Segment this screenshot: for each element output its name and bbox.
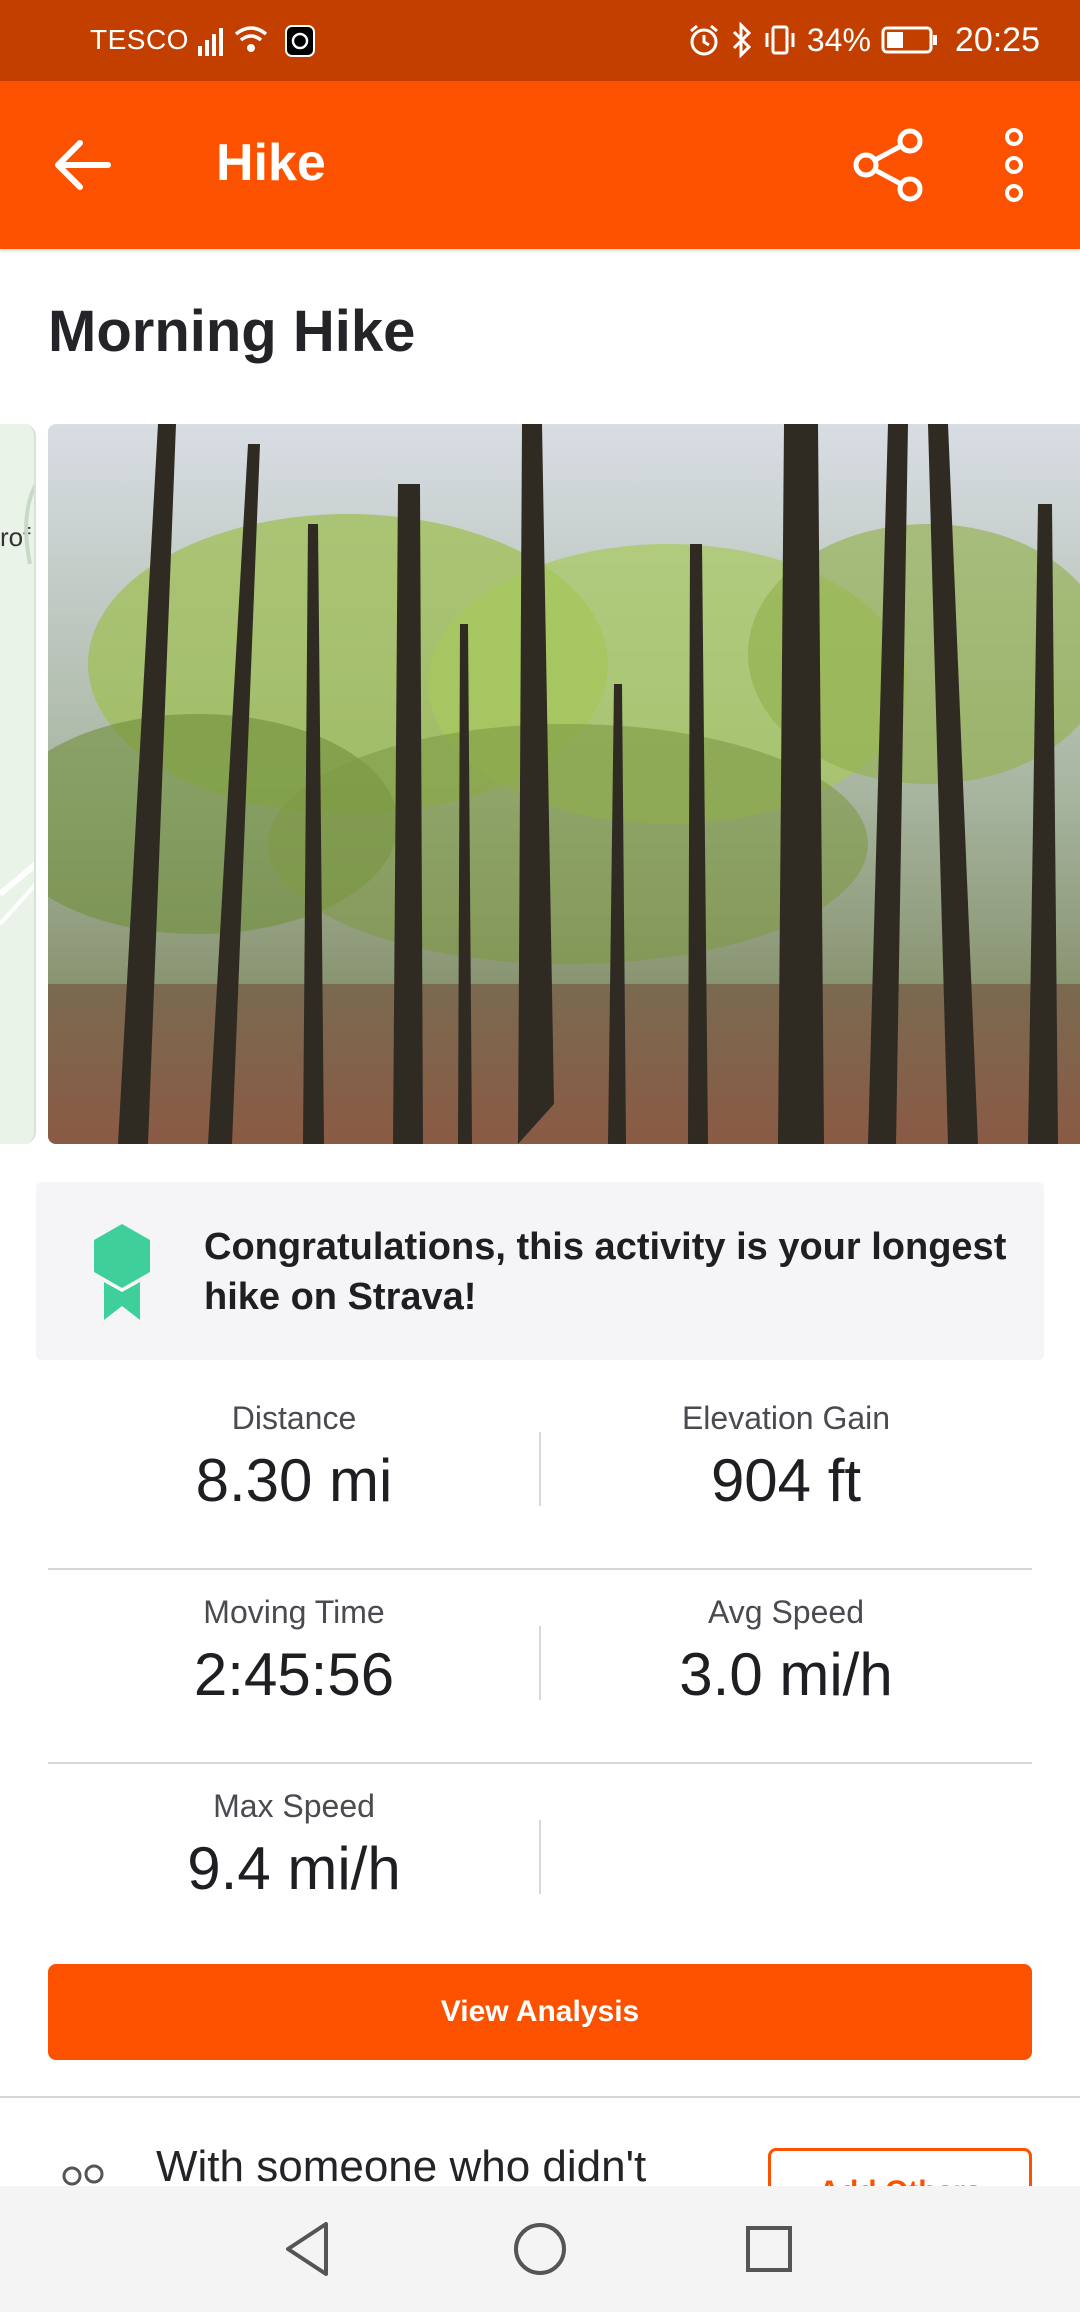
stat-label: Moving Time xyxy=(203,1594,385,1630)
stat-avg-speed: Avg Speed 3.0 mi/h xyxy=(540,1570,1032,1764)
view-analysis-button[interactable]: View Analysis xyxy=(48,1964,1032,2060)
activity-title: Morning Hike xyxy=(48,299,416,364)
system-navigation-bar xyxy=(0,2186,1080,2312)
nav-back-icon[interactable] xyxy=(276,2216,342,2282)
stat-label: Elevation Gain xyxy=(681,1400,891,1436)
stat-label: Max Speed xyxy=(213,1788,375,1824)
achievement-message: Congratulations, this activity is your l… xyxy=(204,1226,1007,1318)
nav-home-icon[interactable] xyxy=(507,2216,573,2282)
battery-icon xyxy=(881,26,937,54)
page-title: Hike xyxy=(216,134,326,192)
arrow-left-icon[interactable] xyxy=(50,135,116,195)
stats-row: Max Speed 9.4 mi/h xyxy=(48,1764,1032,1958)
app-bar: Hike xyxy=(0,81,1080,249)
add-others-prompt: With someone who didn't xyxy=(156,2142,647,2190)
stat-value: 8.30 mi xyxy=(195,1447,393,1514)
alarm-icon xyxy=(689,24,718,56)
share-icon[interactable] xyxy=(848,125,928,205)
stats-row: Distance 8.30 mi Elevation Gain 904 ft xyxy=(48,1376,1032,1570)
stats-grid: Distance 8.30 mi Elevation Gain 904 ft M… xyxy=(48,1376,1032,1958)
forest-photo-image xyxy=(48,424,1080,1144)
nav-recents-icon[interactable] xyxy=(736,2216,802,2282)
battery-percent: 34% xyxy=(806,21,871,58)
stat-distance: Distance 8.30 mi xyxy=(48,1376,540,1570)
stat-max-speed: Max Speed 9.4 mi/h xyxy=(48,1764,540,1958)
status-bar: TESCO 34% 20:25 xyxy=(0,0,1080,81)
stat-label: Avg Speed xyxy=(708,1594,864,1630)
stat-elevation-gain: Elevation Gain 904 ft xyxy=(540,1376,1032,1570)
more-vertical-icon[interactable] xyxy=(994,127,1034,203)
stat-divider xyxy=(539,1820,541,1894)
carrier-name: TESCO xyxy=(90,24,189,55)
stat-value: 3.0 mi/h xyxy=(679,1641,893,1708)
activity-photo[interactable] xyxy=(48,424,1080,1144)
stats-row: Moving Time 2:45:56 Avg Speed 3.0 mi/h xyxy=(48,1570,1032,1764)
map-route-lines xyxy=(0,483,34,926)
stat-value: 9.4 mi/h xyxy=(187,1835,401,1902)
award-ribbon-icon xyxy=(94,1224,150,1320)
stat-value: 2:45:56 xyxy=(193,1641,395,1708)
section-divider xyxy=(0,2096,1080,2098)
vibrate-icon xyxy=(765,25,795,55)
signal-wifi-icons xyxy=(198,25,315,57)
stat-value: 904 ft xyxy=(710,1447,862,1514)
stat-label: Distance xyxy=(231,1400,357,1436)
bluetooth-icon xyxy=(732,22,751,58)
route-map-thumbnail[interactable]: rof xyxy=(0,424,36,1144)
clock-time: 20:25 xyxy=(954,20,1040,59)
achievement-banner: Congratulations, this activity is your l… xyxy=(36,1182,1044,1360)
add-others-section: With someone who didn't Add Others xyxy=(0,2100,1080,2190)
add-others-button[interactable]: Add Others xyxy=(768,2148,1032,2190)
stat-moving-time: Moving Time 2:45:56 xyxy=(48,1570,540,1764)
